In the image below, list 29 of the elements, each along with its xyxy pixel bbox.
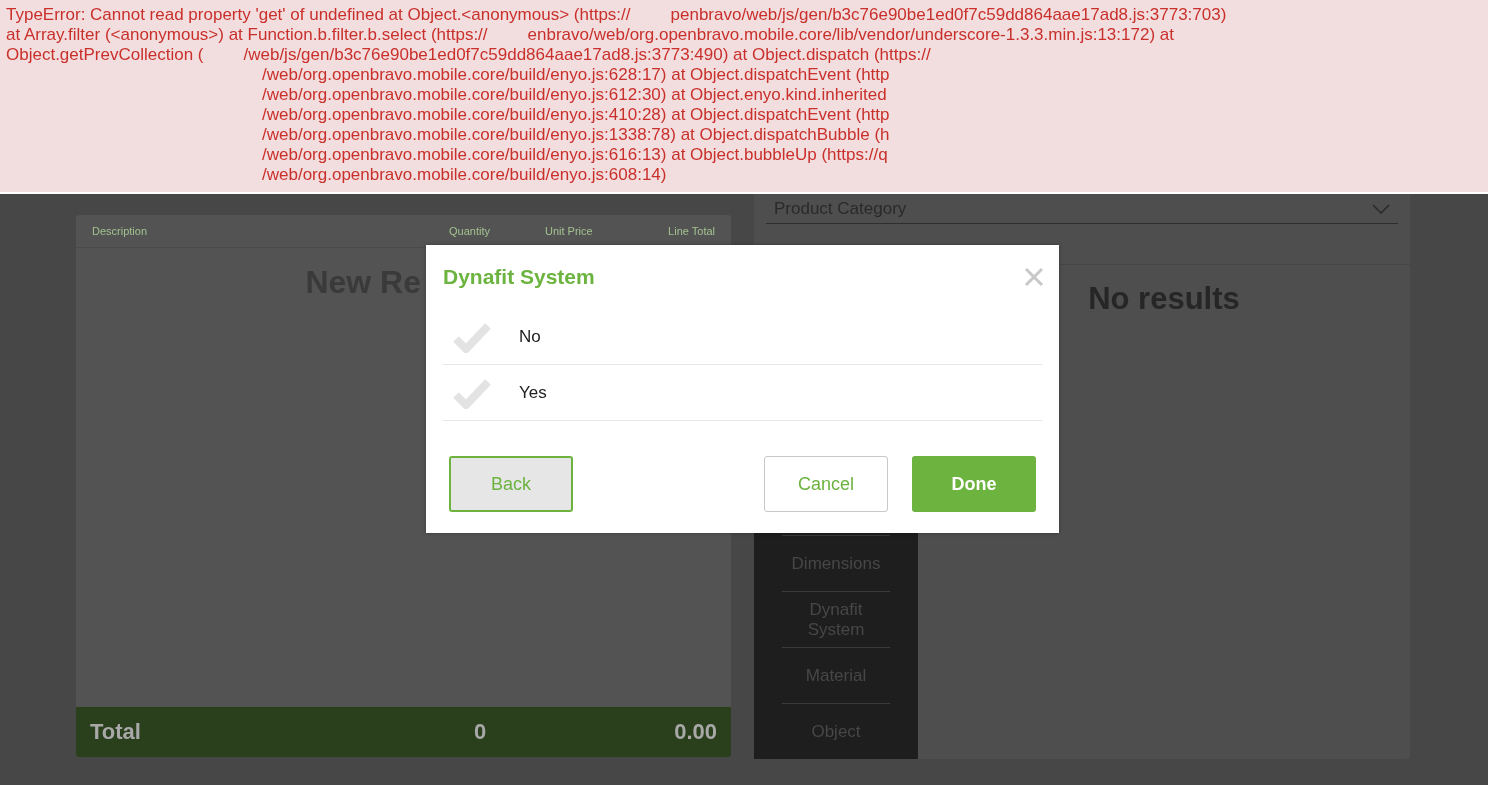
- error-text: enbravo/web/org.openbravo.mobile.core/lib/vendor/underscore-1.3.3.min.js:13:172) at: [527, 25, 1174, 45]
- chevron-down-icon: [1372, 203, 1390, 214]
- option-label: No: [519, 326, 541, 347]
- error-text: /web/org.openbravo.mobile.core/build/enyo.js:628:17) at Object.dispatchEvent (http: [262, 65, 890, 85]
- error-text: /web/org.openbravo.mobile.core/build/enyo.js:616:13) at Object.bubbleUp (https://q: [262, 145, 888, 165]
- total-label: Total: [90, 719, 142, 745]
- error-text: /web/org.openbravo.mobile.core/build/enyo.js:612:30) at Object.enyo.kind.inherited: [262, 85, 887, 105]
- error-text: at Array.filter (<anonymous>) at Function.b.filter.b.select (https://: [6, 25, 488, 45]
- column-header: Unit Price: [545, 225, 594, 237]
- error-text: Object.getPrevCollection (: [6, 45, 204, 65]
- done-button[interactable]: Done: [912, 456, 1036, 512]
- cancel-button[interactable]: Cancel: [764, 456, 888, 512]
- error-text: penbravo/web/js/gen/b3c76e90be1ed0f7c59dd864aae17ad8.js:3773:703): [670, 5, 1227, 25]
- error-text: /web/js/gen/b3c76e90be1ed0f7c59dd864aae17ad8.js:3773:490) at Object.dispatch (https://: [243, 45, 931, 65]
- dialog-title: Dynafit System: [443, 265, 595, 289]
- total-amount: 0.00: [674, 719, 717, 745]
- error-text: /web/org.openbravo.mobile.core/build/enyo.js:608:14): [262, 165, 667, 185]
- option-label: Yes: [519, 382, 547, 403]
- error-text: /web/org.openbravo.mobile.core/build/enyo.js:410:28) at Object.dispatchEvent (http: [262, 105, 890, 125]
- error-text: TypeError: Cannot read property 'get' of undefined at Object.<anonymous> (https://: [6, 5, 631, 25]
- option-row[interactable]: Yes: [443, 365, 1042, 421]
- option-row[interactable]: No: [443, 309, 1042, 365]
- column-header: Line Total: [667, 225, 715, 237]
- column-header: Description: [92, 225, 149, 237]
- close-icon[interactable]: [1024, 267, 1044, 287]
- back-button[interactable]: Back: [449, 456, 573, 512]
- total-quantity: 0: [473, 719, 487, 745]
- column-header: Quantity: [449, 225, 491, 237]
- error-text: /web/org.openbravo.mobile.core/build/enyo.js:1338:78) at Object.dispatchBubble (h: [262, 125, 890, 145]
